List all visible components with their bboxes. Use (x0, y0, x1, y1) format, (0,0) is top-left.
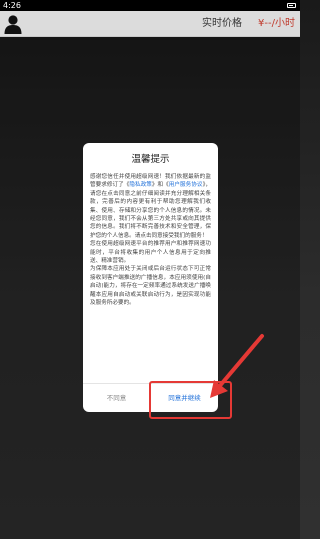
dialog-body: 感谢您信任并使用超级网速！我们依据最新的监管要求修订了《隐私政策》和《用户服务协… (90, 173, 211, 379)
status-time: 4:26 (3, 1, 21, 10)
privacy-policy-link[interactable]: 隐私政策 (129, 182, 152, 188)
battery-icon (287, 3, 296, 8)
price-value: ¥--/小时 (258, 18, 295, 29)
status-icons (287, 1, 296, 10)
disagree-button[interactable]: 不同意 (83, 384, 150, 412)
dialog-text: 》和《 (151, 182, 169, 189)
user-agreement-link[interactable]: 用户服务协议 (169, 182, 203, 188)
highlight-box (149, 381, 232, 419)
top-bar: 实时价格 ¥--/小时 (0, 11, 300, 37)
status-bar: 4:26 (0, 0, 300, 11)
privacy-dialog: 温馨提示 感谢您信任并使用超级网速！我们依据最新的监管要求修订了《隐私政策》和《… (83, 143, 218, 412)
dialog-title: 温馨提示 (131, 154, 170, 165)
dialog-text: 》，请您在点击同意之前仔细阅读并充分理解相关条款，完善后的内容更有利于帮助您理解… (90, 182, 211, 307)
price-label: 实时价格 (202, 18, 242, 29)
avatar-icon[interactable] (4, 14, 22, 34)
